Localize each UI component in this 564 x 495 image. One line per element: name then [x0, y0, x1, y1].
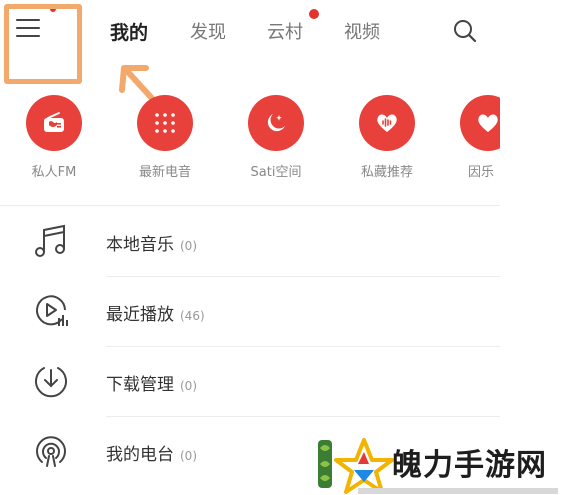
heart-wave-icon [377, 114, 397, 132]
list-item-count: (0) [180, 379, 197, 393]
tab-video[interactable]: 视频 [344, 18, 380, 44]
quick-circle [137, 95, 193, 151]
quick-circle [248, 95, 304, 151]
list-item-text: 下载管理 (0) [106, 370, 197, 395]
list-item-label: 我的电台 [106, 445, 174, 465]
watermark-title: 魄力手游网 [392, 448, 547, 483]
dots-grid-icon [155, 113, 175, 133]
quick-circle [26, 95, 82, 151]
list-item-label: 本地音乐 [106, 235, 174, 255]
radio-icon [44, 112, 64, 132]
menu-icon-line [16, 27, 40, 29]
quick-label: Sati空间 [250, 165, 302, 180]
quick-private-recommend[interactable]: 私藏推荐 [349, 95, 425, 185]
search-icon[interactable] [452, 18, 478, 44]
list-item-text: 本地音乐 (0) [106, 230, 197, 255]
download-icon [35, 367, 67, 398]
list-item-text: 最近播放 (46) [106, 300, 205, 325]
menu-icon [16, 19, 40, 21]
quick-private-fm[interactable]: 私人FM [16, 95, 92, 185]
list-item-label: 下载管理 [106, 375, 174, 395]
quick-circle [460, 95, 500, 151]
quick-sati-space[interactable]: Sati空间 [238, 95, 314, 185]
right-gutter [500, 0, 564, 495]
list-item-count: (46) [180, 309, 205, 323]
tab-mine[interactable]: 我的 [110, 18, 148, 45]
list-item-download[interactable]: 下载管理 (0) [0, 347, 500, 417]
podcast-icon [36, 436, 66, 467]
section-divider [0, 205, 500, 206]
list-item-count: (0) [180, 239, 197, 253]
list-item-recent-play[interactable]: 最近播放 (46) [0, 277, 500, 347]
quick-circle [359, 95, 415, 151]
quick-label: 最新电音 [138, 165, 191, 180]
moon-icon [267, 114, 285, 132]
quick-yinle[interactable]: 因乐 [460, 95, 500, 185]
notification-dot [50, 6, 56, 12]
quick-label: 因乐 [468, 165, 495, 180]
quick-label: 私藏推荐 [360, 165, 413, 180]
heart-icon [478, 114, 498, 132]
menu-button[interactable] [10, 10, 46, 46]
list-item-text: 我的电台 (0) [106, 440, 197, 465]
tab-discover[interactable]: 发现 [190, 18, 226, 44]
music-note-icon [35, 224, 65, 257]
list-item-count: (0) [180, 449, 197, 463]
app-screen: 我的 发现 云村 视频 私人FM 最新电音 Sati空间 私藏推荐 因乐 本地音… [0, 0, 500, 495]
quick-latest-edm[interactable]: 最新电音 [127, 95, 203, 185]
tab-village[interactable]: 云村 [267, 18, 303, 44]
list-item-label: 最近播放 [106, 305, 174, 325]
play-recent-icon [36, 295, 68, 326]
quick-label: 私人FM [31, 165, 77, 180]
menu-icon-line [16, 35, 40, 37]
tab-village-badge [309, 9, 319, 19]
list-item-local-music[interactable]: 本地音乐 (0) [0, 207, 500, 277]
